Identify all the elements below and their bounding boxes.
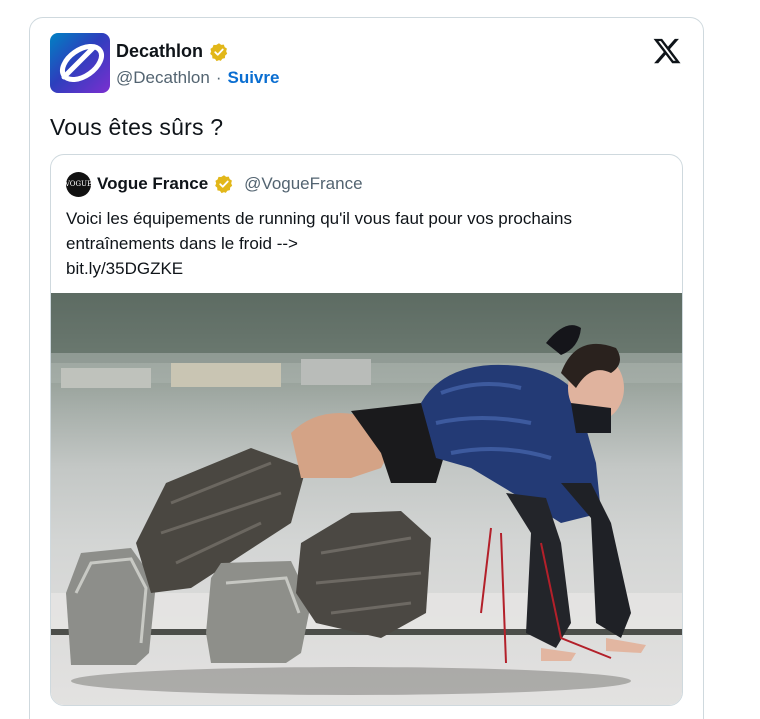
quoted-link[interactable]: bit.ly/35DGZKE (66, 256, 666, 281)
vogue-avatar-text: VOGUE (64, 180, 93, 188)
quoted-text-line: Voici les équipements de running qu'il v… (66, 209, 572, 228)
quoted-author-name[interactable]: Vogue France (97, 174, 208, 194)
quoted-tweet[interactable]: VOGUE Vogue France @VogueFrance Voici le… (50, 154, 683, 706)
quoted-tweet-photo[interactable] (51, 293, 682, 705)
tweet-card[interactable]: Decathlon @Decathlon · Suivre Vous êtes … (29, 17, 704, 719)
vogue-avatar[interactable]: VOGUE (64, 172, 93, 197)
follow-button[interactable]: Suivre (227, 68, 279, 88)
decathlon-avatar[interactable] (50, 33, 110, 93)
photo-illustration (51, 293, 682, 695)
decathlon-logo-icon (59, 43, 105, 83)
author-name-row[interactable]: Decathlon (116, 41, 229, 62)
author-name[interactable]: Decathlon (116, 41, 203, 62)
quoted-author-row: Vogue France @VogueFrance (97, 174, 363, 194)
quoted-tweet-text: Voici les équipements de running qu'il v… (66, 206, 666, 281)
x-logo-icon[interactable] (652, 36, 682, 66)
tweet-text: Vous êtes sûrs ? (50, 114, 224, 140)
verified-badge-icon (210, 42, 228, 61)
quoted-author-handle[interactable]: @VogueFrance (244, 174, 362, 194)
separator-dot: · (215, 68, 222, 87)
author-handle[interactable]: @Decathlon (116, 68, 210, 88)
quoted-text-line: entraînements dans le froid --> (66, 234, 298, 253)
verified-badge-icon (215, 175, 233, 194)
author-handle-row: @Decathlon · Suivre (116, 68, 279, 88)
